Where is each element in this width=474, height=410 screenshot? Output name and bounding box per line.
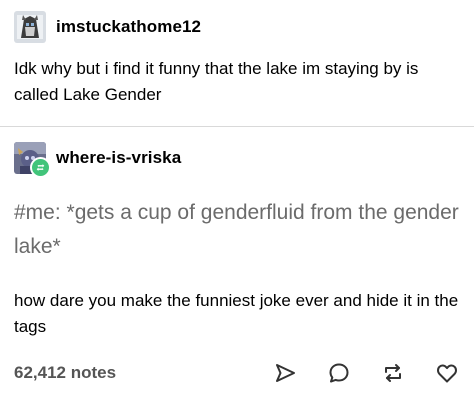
reblog-header: where-is-vriska [14,140,181,178]
post-actions [244,360,460,386]
original-post-header: imstuckathome12 [14,10,201,44]
avatar-where-is-vriska[interactable] [14,142,51,178]
avatar-imstuckathome12[interactable] [14,11,46,43]
notes-count[interactable]: 62,412 notes [14,363,244,383]
reblog-username[interactable]: where-is-vriska [56,148,181,168]
heart-icon [437,364,457,383]
reply-button[interactable] [326,360,352,386]
reblog-body: how dare you make the funniest joke ever… [14,291,459,336]
reblog-divider [0,126,474,127]
reblog-icon [385,364,401,382]
reblog-tags-text: #me: *gets a cup of genderfluid from the… [14,201,459,258]
original-username[interactable]: imstuckathome12 [56,17,201,37]
reply-icon [329,363,349,383]
like-button[interactable] [434,360,460,386]
reblog-button[interactable] [380,360,406,386]
share-button[interactable] [272,360,298,386]
post-footer: 62,412 notes [14,358,460,388]
share-icon [276,364,295,382]
original-post-body: Idk why but i find it funny that the lak… [14,59,419,104]
reblog-badge-icon [30,157,51,178]
tumblr-post: imstuckathome12 Idk why but i find it fu… [0,0,474,410]
